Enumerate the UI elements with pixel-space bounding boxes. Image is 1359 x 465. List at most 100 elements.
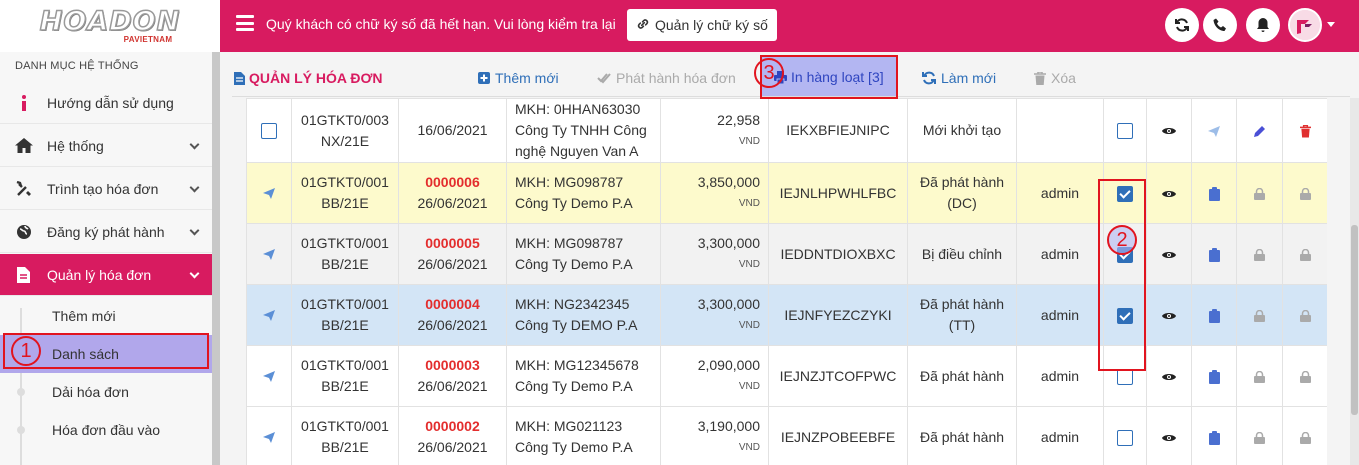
invoice-status: Mới khởi tạo — [922, 122, 1002, 138]
user-avatar[interactable] — [1288, 8, 1322, 42]
action-button[interactable] — [1282, 98, 1327, 163]
page-title: QUẢN LÝ HÓA ĐƠN — [234, 70, 383, 86]
view-button[interactable] — [1146, 406, 1192, 465]
created-by: admin — [1040, 306, 1080, 323]
menu-toggle-button[interactable] — [236, 15, 254, 31]
action-button[interactable] — [1191, 406, 1237, 465]
select-checkbox[interactable] — [1117, 368, 1133, 385]
pattern-cell: 01GTKT0/001 BB/21E — [291, 223, 399, 285]
expiry-notice: Quý khách có chữ ký số đã hết hạn. Vui l… — [266, 16, 616, 32]
user-cell: admin — [1016, 406, 1104, 465]
status-cell: Bị điều chỉnh — [907, 223, 1017, 285]
created-by: admin — [1040, 428, 1080, 445]
send-cell[interactable] — [246, 162, 292, 224]
action-button[interactable] — [1191, 223, 1237, 285]
sidebar-scrollbar[interactable] — [212, 52, 220, 465]
row-select-cell[interactable] — [246, 98, 292, 163]
status-cell: Đã phát hành (DC) — [907, 162, 1017, 224]
lock-icon — [1254, 370, 1265, 383]
logo[interactable]: HOADON PAVIETNAM — [0, 0, 220, 52]
invoice-date: 26/06/2021 — [417, 317, 488, 333]
action-button[interactable] — [1236, 284, 1283, 346]
action-button[interactable] — [1282, 284, 1327, 346]
submenu-item-invoice-range[interactable]: Dải hóa đơn — [0, 373, 212, 411]
invoice-number: 0000004 — [425, 296, 480, 312]
currency-label: VND — [738, 381, 760, 392]
action-button[interactable] — [1191, 284, 1237, 346]
annotation-number-3: 3 — [754, 58, 784, 88]
sync-icon — [1175, 18, 1189, 32]
submenu-label: Dải hóa đơn — [52, 384, 129, 400]
table-row[interactable]: 01GTKT0/001 BB/21E 0000004 26/06/2021 MKH: N… — [246, 284, 1327, 346]
lock-icon — [1254, 431, 1265, 444]
notification-button[interactable] — [1246, 8, 1280, 42]
action-button[interactable] — [1236, 223, 1283, 285]
row-select-checkbox[interactable] — [261, 123, 277, 140]
status-suffix: (DC) — [947, 195, 977, 211]
customer-code: MKH: NG2342345 — [515, 296, 630, 312]
send-cell[interactable] — [246, 284, 292, 346]
invoice-amount: 3,300,000 — [697, 296, 760, 312]
view-button[interactable] — [1146, 162, 1192, 224]
customer-code: MKH: MG12345678 — [515, 357, 639, 373]
select-checkbox[interactable] — [1117, 123, 1133, 140]
select-cell[interactable] — [1103, 406, 1147, 465]
pencil-icon — [1253, 126, 1265, 138]
refresh-button[interactable]: Làm mới — [922, 70, 996, 86]
add-invoice-button[interactable]: Thêm mới — [478, 70, 559, 86]
send-icon — [263, 310, 275, 322]
delete-button[interactable]: Xóa — [1034, 70, 1076, 86]
customer-name: Công Ty Demo P.A — [515, 439, 633, 455]
sidebar-item-invoice-management[interactable]: Quản lý hóa đơn — [0, 254, 212, 296]
sync-button[interactable] — [1165, 8, 1199, 42]
action-button[interactable] — [1236, 345, 1283, 407]
submenu-item-input-invoices[interactable]: Hóa đơn đầu vào — [0, 411, 212, 449]
view-button[interactable] — [1146, 223, 1192, 285]
table-row[interactable]: 01GTKT0/001 BB/21E 0000005 26/06/2021 MKH: M… — [246, 223, 1327, 285]
logo-wordmark: HOADON — [39, 6, 181, 37]
action-button[interactable] — [1191, 345, 1237, 407]
sidebar: DANH MỤC HỆ THỐNG Hướng dẫn sử dụng Hệ t… — [0, 52, 220, 465]
send-cell[interactable] — [246, 406, 292, 465]
clipboard-icon — [1208, 430, 1220, 445]
view-button[interactable] — [1146, 345, 1192, 407]
select-checkbox[interactable] — [1117, 429, 1133, 446]
phone-button[interactable] — [1203, 8, 1237, 42]
issue-invoice-button[interactable]: Phát hành hóa đơn — [597, 70, 736, 86]
table-row[interactable]: 01GTKT0/001 BB/21E 0000002 26/06/2021 MKH: M… — [246, 406, 1327, 465]
send-cell[interactable] — [246, 345, 292, 407]
invoice-series: NX/21E — [320, 132, 370, 149]
sidebar-item-system[interactable]: Hệ thống — [0, 125, 212, 167]
annotation-number-1: 1 — [11, 336, 41, 366]
action-button[interactable] — [1282, 345, 1327, 407]
manage-signature-button[interactable]: Quản lý chữ ký số — [627, 9, 777, 41]
action-button[interactable] — [1282, 223, 1327, 285]
invoice-series: BB/21E — [321, 317, 369, 333]
chevron-down-icon[interactable] — [1327, 22, 1335, 27]
action-button[interactable] — [1236, 406, 1283, 465]
sidebar-item-guide[interactable]: Hướng dẫn sử dụng — [0, 82, 212, 124]
currency-label: VND — [738, 320, 760, 331]
table-row[interactable]: 01GTKT0/003 NX/21E 16/06/2021 MKH: 0HHAN630… — [246, 98, 1327, 163]
action-button[interactable] — [1191, 162, 1237, 224]
action-button[interactable] — [1236, 98, 1283, 163]
sidebar-item-register-issue[interactable]: Đăng ký phát hành — [0, 211, 212, 253]
view-button[interactable] — [1146, 284, 1192, 346]
table-row[interactable]: 01GTKT0/001 BB/21E 0000006 26/06/2021 MKH: M… — [246, 162, 1327, 224]
action-button[interactable] — [1191, 98, 1237, 163]
submenu-item-add[interactable]: Thêm mới — [0, 297, 212, 335]
table-row[interactable]: 01GTKT0/001 BB/21E 0000003 26/06/2021 MKH: M… — [246, 345, 1327, 407]
lookup-code-cell: IEJNLHPWHLFBC — [768, 162, 908, 224]
action-button[interactable] — [1236, 162, 1283, 224]
table-scrollbar-thumb[interactable] — [1351, 225, 1358, 415]
send-cell[interactable] — [246, 223, 292, 285]
action-button[interactable] — [1282, 406, 1327, 465]
sidebar-item-invoice-builder[interactable]: Trình tạo hóa đơn — [0, 168, 212, 210]
lock-icon — [1254, 309, 1265, 322]
select-cell[interactable] — [1103, 98, 1147, 163]
status-suffix: (TT) — [948, 317, 976, 333]
view-button[interactable] — [1146, 98, 1192, 163]
lookup-code: IEKXBFIEJNIPC — [786, 122, 890, 138]
lock-icon — [1299, 248, 1311, 261]
action-button[interactable] — [1282, 162, 1327, 224]
